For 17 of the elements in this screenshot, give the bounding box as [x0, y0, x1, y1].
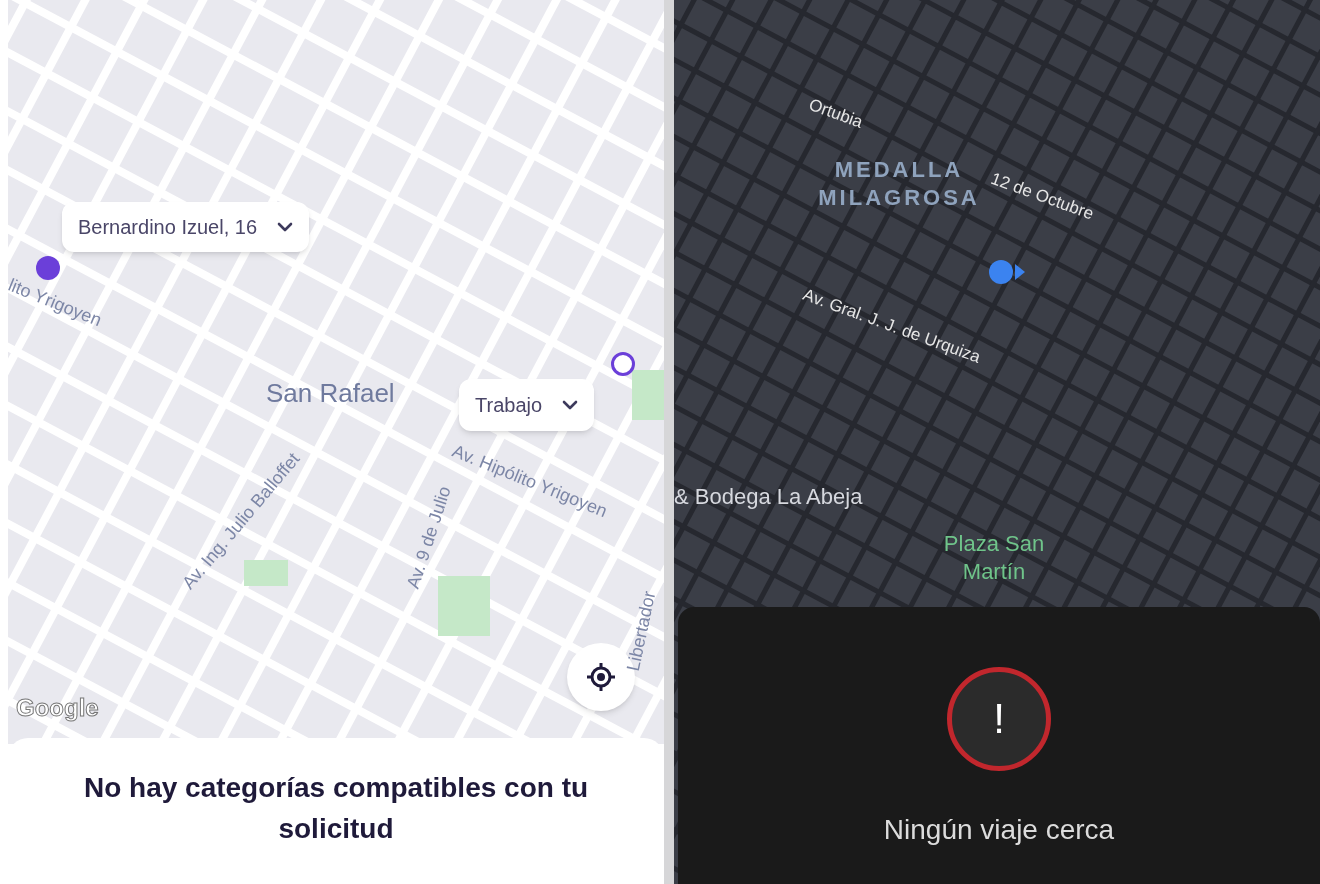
alert-icon: !: [947, 667, 1051, 771]
pickup-address-button[interactable]: Bernardino Izuel, 16: [62, 202, 309, 252]
destination-marker: [611, 352, 635, 376]
chevron-down-icon: [562, 400, 579, 410]
map-attribution: Google: [16, 693, 99, 724]
no-trips-message: Ningún viaje cerca: [883, 813, 1115, 847]
pickup-marker: [36, 256, 60, 280]
street-label: Av. 9 de Julio: [401, 482, 456, 593]
area-label: San Rafael: [266, 377, 396, 410]
area-label: MEDALLA MILAGROSA: [817, 156, 981, 211]
crosshair-icon: [585, 661, 617, 693]
destination-button[interactable]: Trabajo: [459, 379, 595, 431]
street-label: Libertador: [621, 588, 661, 674]
park-label: Plaza San Martín: [942, 530, 1046, 585]
chevron-down-icon: [277, 222, 293, 232]
no-categories-message: No hay categorías compatibles con tu solicitud: [82, 771, 590, 846]
place-label: & Bodega La Abeja: [674, 483, 863, 511]
